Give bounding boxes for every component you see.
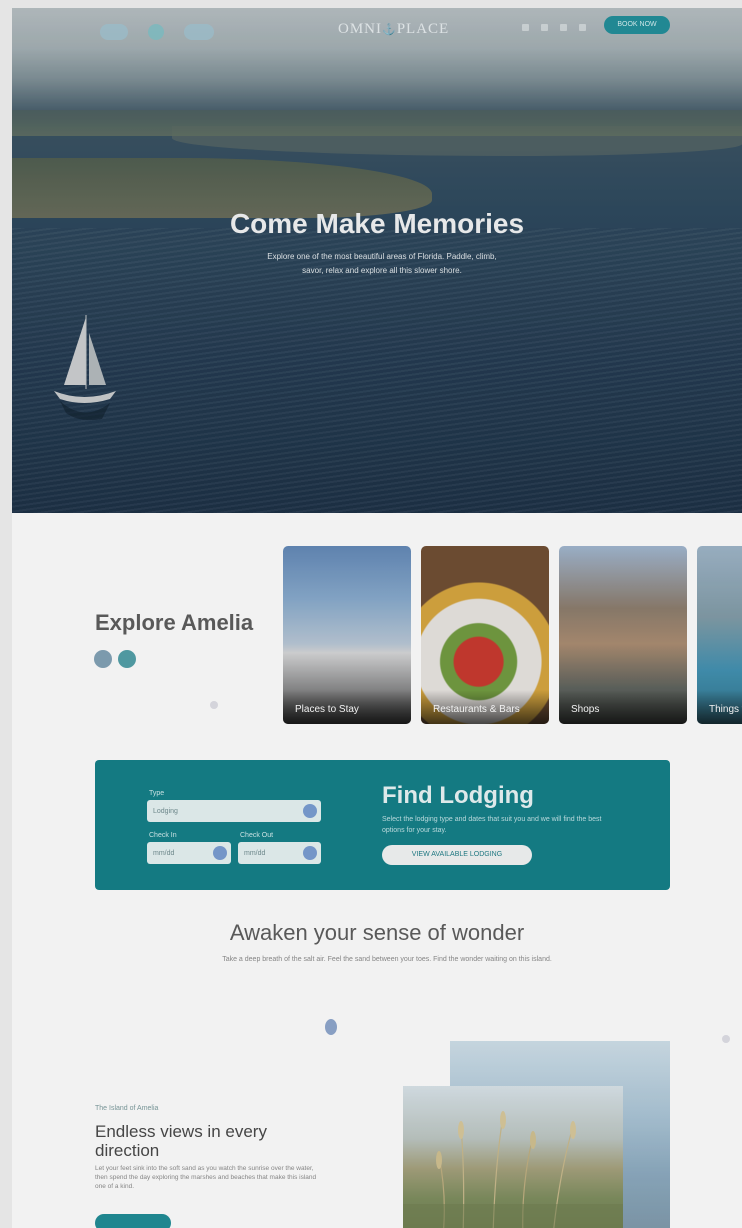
- nav-menu-item[interactable]: [184, 24, 214, 40]
- book-now-button[interactable]: BOOK NOW: [604, 16, 670, 34]
- social-icon[interactable]: [541, 24, 548, 31]
- lodging-type-select[interactable]: Lodging: [147, 800, 321, 822]
- explore-card[interactable]: Things to Do: [697, 546, 742, 724]
- view-lodging-button[interactable]: VIEW AVAILABLE LODGING: [382, 845, 532, 865]
- find-lodging-title: Find Lodging: [382, 782, 534, 809]
- nav-menu: [100, 24, 214, 40]
- explore-card-label: Places to Stay: [283, 690, 411, 724]
- logo-text: OMNI: [338, 21, 382, 37]
- nav-menu-item[interactable]: [148, 24, 164, 40]
- checkout-value: mm/dd: [244, 849, 266, 857]
- checkin-label: Check In: [149, 832, 177, 839]
- explore-carousel: Places to Stay Restaurants & Bars Shops …: [283, 546, 742, 724]
- carousel-prev-button[interactable]: [94, 650, 112, 668]
- explore-title: Explore Amelia: [95, 610, 254, 635]
- hero-section: OMNI⚓PLACE BOOK NOW Come Make Memories E…: [12, 8, 742, 513]
- decorative-dot: [722, 1035, 730, 1043]
- sea-oats-image: [403, 1111, 623, 1228]
- type-label: Type: [149, 790, 165, 797]
- endless-eyebrow: The Island of Amelia: [95, 1105, 159, 1112]
- awaken-title: Awaken your sense of wonder: [229, 920, 525, 945]
- awaken-subtitle: Take a deep breath of the salt air. Feel…: [222, 956, 552, 963]
- explore-card-label: Things to Do: [697, 690, 742, 724]
- endless-text: Let your feet sink into the soft sand as…: [95, 1165, 317, 1190]
- chevron-down-icon: [303, 804, 317, 818]
- checkout-label: Check Out: [240, 832, 274, 839]
- calendar-icon: [213, 846, 227, 860]
- lodging-type-value: Lodging: [153, 807, 178, 815]
- find-lodging-panel: Type Lodging Check In mm/dd Check Out mm…: [95, 760, 670, 890]
- explore-card-label: Restaurants & Bars: [421, 690, 549, 724]
- decorative-dot: [210, 701, 218, 709]
- dune-grass-photo: [403, 1086, 623, 1228]
- social-icons: [522, 24, 586, 31]
- carousel-next-button[interactable]: [118, 650, 136, 668]
- carousel-arrows: [94, 650, 136, 668]
- checkin-field[interactable]: mm/dd: [147, 842, 231, 864]
- find-lodging-text: Select the lodging type and dates that s…: [382, 816, 602, 834]
- social-icon[interactable]: [522, 24, 529, 31]
- explore-card-label: Shops: [559, 690, 687, 724]
- explore-card[interactable]: Places to Stay: [283, 546, 411, 724]
- site-logo[interactable]: OMNI⚓PLACE: [338, 21, 449, 38]
- logo-text-after: PLACE: [396, 21, 450, 37]
- scroll-indicator-icon[interactable]: [325, 1019, 337, 1035]
- hero-subtitle: Explore one of the most beautiful areas …: [267, 252, 497, 275]
- explore-card[interactable]: Shops: [559, 546, 687, 724]
- calendar-icon: [303, 846, 317, 860]
- endless-title: Endless views in every direction: [95, 1122, 267, 1160]
- social-icon[interactable]: [579, 24, 586, 31]
- checkout-field[interactable]: mm/dd: [238, 842, 321, 864]
- hero-title: Come Make Memories: [229, 208, 525, 239]
- explore-card[interactable]: Restaurants & Bars: [421, 546, 549, 724]
- page: OMNI⚓PLACE BOOK NOW Come Make Memories E…: [12, 8, 742, 1228]
- learn-more-button[interactable]: [95, 1214, 171, 1228]
- checkin-value: mm/dd: [153, 849, 175, 857]
- nav-menu-item[interactable]: [100, 24, 128, 40]
- social-icon[interactable]: [560, 24, 567, 31]
